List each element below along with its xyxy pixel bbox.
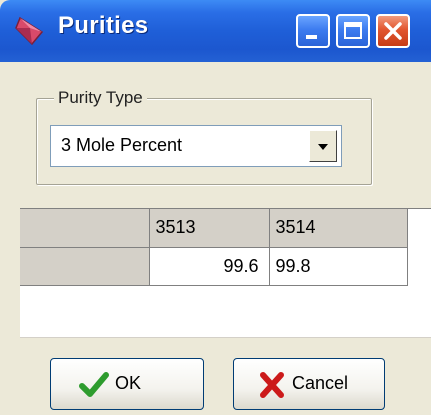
dropdown-button[interactable]	[309, 130, 337, 162]
table-row: 99.6 99.8	[20, 247, 408, 286]
grid-header-row: 3513 3514	[20, 209, 408, 248]
title-bar[interactable]: Purities	[0, 0, 431, 62]
chevron-down-icon	[318, 144, 328, 150]
purity-type-value: 3 Mole Percent	[61, 135, 183, 155]
column-header[interactable]: 3513	[149, 209, 270, 248]
maximize-button[interactable]	[336, 14, 370, 48]
grid-corner-cell	[20, 209, 150, 248]
x-icon	[260, 372, 284, 398]
window-title: Purities	[58, 12, 149, 39]
column-header[interactable]: 3514	[269, 209, 408, 248]
ok-label: OK	[115, 373, 142, 393]
row-header[interactable]	[20, 247, 150, 286]
purity-table: 3513 3514 99.6 99.8	[20, 209, 408, 286]
close-icon	[384, 22, 402, 40]
minimize-button[interactable]	[296, 14, 330, 48]
cancel-label: Cancel	[292, 373, 349, 393]
grid-cell[interactable]: 99.6	[149, 247, 270, 286]
minimize-icon	[306, 35, 317, 39]
maximize-icon	[344, 22, 362, 39]
cancel-button[interactable]: Cancel	[233, 358, 385, 410]
diamond-app-icon	[15, 16, 44, 46]
purity-type-select[interactable]: 3 Mole Percent	[50, 125, 342, 167]
purities-dialog: Purities Purity Type 3 Mole Percent 3513…	[0, 0, 431, 415]
close-button[interactable]	[376, 14, 410, 48]
purity-grid: 3513 3514 99.6 99.8	[20, 208, 431, 338]
ok-button[interactable]: OK	[50, 358, 204, 410]
checkmark-icon	[79, 372, 109, 397]
purity-type-label: Purity Type	[54, 88, 147, 108]
grid-cell[interactable]: 99.8	[269, 247, 408, 286]
